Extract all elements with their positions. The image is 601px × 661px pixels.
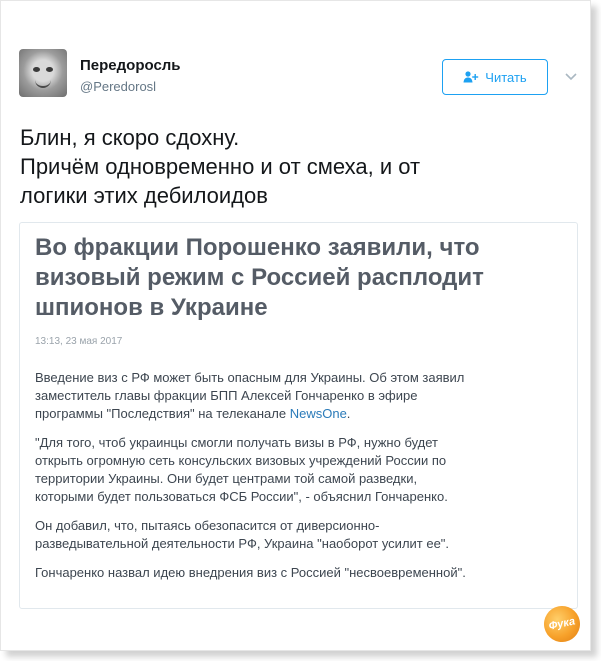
card-headline-line: визовый режим с Россией расплодит [35,264,484,291]
follow-button[interactable]: Читать [442,59,548,95]
tweet-frame: Передоросль @Peredorosl Читать Блин, я с… [0,0,591,651]
avatar-eye-right [46,67,53,72]
card-line: которыми будет пользоваться ФСБ России",… [35,489,448,504]
card-line: Введение виз с РФ может быть опасным для… [35,370,465,385]
card-headline-line: Во фракции Порошенко заявили, что [35,234,480,261]
person-plus-icon [463,71,479,83]
avatar-mouth [35,80,51,88]
card-line-text: программы "Последствия" на телеканале [35,406,290,421]
newsone-link[interactable]: NewsOne [290,406,347,421]
avatar[interactable] [19,49,67,97]
card-line: заместитель главы фракции БПП Алексей Го… [35,388,418,403]
tweet-text-line: логики этих дебилоидов [20,183,268,208]
tweet-text: Блин, я скоро сдохну. Причём одновременн… [20,123,580,210]
card-paragraph-1: Введение виз с РФ может быть опасным для… [35,369,575,423]
follow-button-label: Читать [485,69,527,85]
card-line: Он добавил, что, пытаясь обезопасится от… [35,518,380,533]
card-body: Введение виз с РФ может быть опасным для… [35,369,575,593]
card-line: разведывательной деятельности РФ, Украин… [35,536,450,551]
tweet-text-line: Блин, я скоро сдохну. [20,125,240,150]
chevron-down-icon[interactable] [564,69,578,83]
card-timestamp: 13:13, 23 мая 2017 [35,336,123,347]
card-line: открыть огромную сеть консульских визовы… [35,453,447,468]
card-line: программы "Последствия" на телеканале Ne… [35,405,575,423]
card-line-text: . [346,406,351,421]
author-display-name[interactable]: Передоросль [80,57,181,74]
card-line: "Для того, чтоб украинцы смогли получать… [35,435,439,450]
news-card[interactable]: Во фракции Порошенко заявили, что визовы… [19,222,578,609]
tweet-text-line: Причём одновременно и от смеха, и от [20,154,421,179]
avatar-eye-left [33,67,40,72]
card-paragraph-2: "Для того, чтоб украинцы смогли получать… [35,434,575,506]
card-paragraph-4: Гончаренко назвал идею внедрения виз с Р… [35,564,575,582]
card-headline-line: шпионов в Украине [35,294,268,321]
author-handle[interactable]: @Peredorosl [80,79,156,94]
card-paragraph-3: Он добавил, что, пытаясь обезопасится от… [35,517,575,553]
card-line: территории Украины. Они будет центрами т… [35,471,418,486]
card-headline: Во фракции Порошенко заявили, что визовы… [35,233,555,323]
card-line: Гончаренко назвал идею внедрения виз с Р… [35,565,466,580]
